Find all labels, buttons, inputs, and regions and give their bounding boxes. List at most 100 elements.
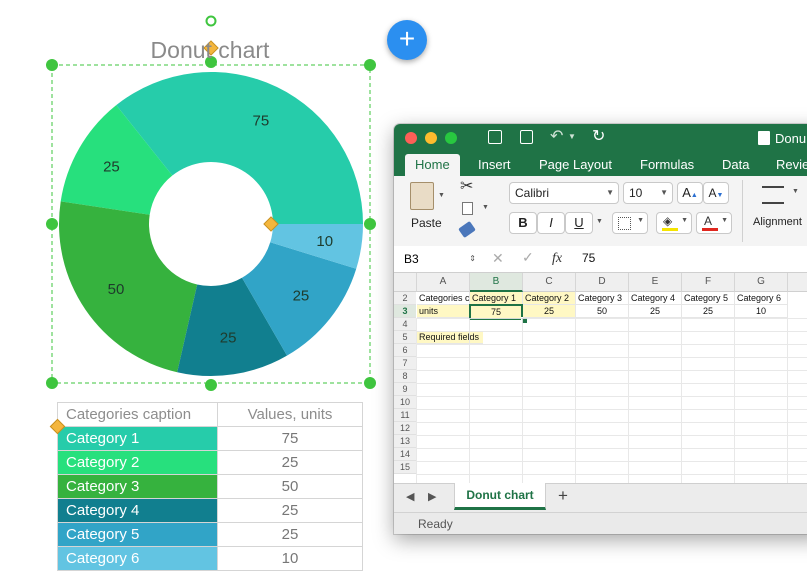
- row-header[interactable]: 14: [394, 448, 416, 461]
- cell-d2[interactable]: Category 3: [576, 292, 629, 305]
- cut-icon[interactable]: ✂: [460, 176, 473, 196]
- column-header[interactable]: [788, 273, 807, 292]
- paste-icon[interactable]: [410, 182, 434, 210]
- tab-data[interactable]: Data: [722, 154, 749, 176]
- close-window-button[interactable]: [405, 132, 417, 144]
- cell-f2[interactable]: Category 5: [682, 292, 735, 305]
- tab-home[interactable]: Home: [405, 154, 460, 176]
- resize-handle[interactable]: [205, 379, 217, 391]
- value-cell[interactable]: 10: [217, 546, 363, 571]
- tab-formulas[interactable]: Formulas: [640, 154, 694, 176]
- grow-font-button[interactable]: A▲: [677, 182, 703, 204]
- add-button[interactable]: +: [387, 20, 427, 60]
- row-header[interactable]: 4: [394, 318, 416, 331]
- format-painter-icon[interactable]: [458, 220, 476, 239]
- copy-icon[interactable]: [462, 202, 473, 215]
- redo-icon[interactable]: ↻: [592, 126, 605, 146]
- value-cell[interactable]: 25: [217, 450, 363, 475]
- value-cell[interactable]: 25: [217, 522, 363, 547]
- resize-handle[interactable]: [364, 377, 376, 389]
- column-header-selected[interactable]: B: [470, 273, 523, 292]
- row-header[interactable]: 2: [394, 292, 416, 305]
- row-header[interactable]: 15: [394, 461, 416, 474]
- cell-c2[interactable]: Category 2: [523, 292, 576, 305]
- cell-g2[interactable]: Category 6: [735, 292, 788, 305]
- italic-button[interactable]: I: [537, 212, 565, 234]
- tab-page-layout[interactable]: Page Layout: [539, 154, 612, 176]
- category-cell[interactable]: Category 3: [57, 474, 218, 499]
- column-header[interactable]: G: [735, 273, 788, 292]
- cancel-formula-icon[interactable]: ✕: [492, 250, 504, 267]
- paste-button[interactable]: Paste: [411, 216, 442, 230]
- name-box[interactable]: B3 ⇕: [398, 250, 478, 268]
- cell-a3[interactable]: units: [417, 305, 470, 318]
- font-color-button[interactable]: A ▼: [696, 212, 732, 234]
- resize-handle[interactable]: [46, 218, 58, 230]
- insert-function-button[interactable]: fx: [552, 251, 562, 267]
- rotate-handle-icon[interactable]: [205, 15, 217, 27]
- sheet-tab-donut-chart[interactable]: Donut chart: [454, 483, 546, 510]
- underline-button[interactable]: U: [565, 212, 593, 234]
- alignment-dropdown-icon[interactable]: ▼: [792, 188, 799, 195]
- value-cell[interactable]: 75: [217, 426, 363, 451]
- category-cell[interactable]: Category 1: [57, 426, 218, 451]
- row-header[interactable]: 13: [394, 435, 416, 448]
- categories-caption-header[interactable]: Categories caption: [57, 402, 218, 427]
- cell-b3-selected[interactable]: 75: [469, 304, 523, 320]
- value-cell[interactable]: 50: [217, 474, 363, 499]
- resize-handle[interactable]: [46, 377, 58, 389]
- tab-insert[interactable]: Insert: [478, 154, 511, 176]
- previous-sheet-icon[interactable]: ◀: [406, 490, 414, 503]
- row-header[interactable]: 7: [394, 357, 416, 370]
- category-cell[interactable]: Category 5: [57, 522, 218, 547]
- cell-e2[interactable]: Category 4: [629, 292, 682, 305]
- row-header[interactable]: 8: [394, 370, 416, 383]
- formula-input[interactable]: 75: [582, 251, 595, 265]
- cell-f3[interactable]: 25: [682, 305, 735, 318]
- donut-slice[interactable]: [58, 201, 198, 373]
- next-sheet-icon[interactable]: ▶: [428, 490, 436, 503]
- zoom-window-button[interactable]: [445, 132, 457, 144]
- row-header[interactable]: 6: [394, 344, 416, 357]
- cell-e3[interactable]: 25: [629, 305, 682, 318]
- add-sheet-button[interactable]: +: [558, 486, 568, 506]
- confirm-formula-icon[interactable]: ✓: [522, 249, 534, 266]
- resize-handle[interactable]: [46, 59, 58, 71]
- row-header[interactable]: 10: [394, 396, 416, 409]
- undo-icon[interactable]: ↶: [550, 126, 563, 146]
- resize-handle[interactable]: [364, 218, 376, 230]
- bold-button[interactable]: B: [509, 212, 537, 234]
- font-name-select[interactable]: Calibri ▼: [509, 182, 619, 204]
- fill-color-button[interactable]: ◈ ▼: [656, 212, 692, 234]
- undo-dropdown-icon[interactable]: ▼: [568, 132, 576, 141]
- values-header[interactable]: Values, units: [217, 402, 363, 427]
- category-cell[interactable]: Category 4: [57, 498, 218, 523]
- row-header[interactable]: 12: [394, 422, 416, 435]
- alignment-icon[interactable]: [762, 186, 784, 204]
- spreadsheet-grid[interactable]: A B C D E F G 2 3 4 5 6 7 8 9 10 11 12 1…: [394, 273, 807, 483]
- underline-dropdown-icon[interactable]: ▼: [596, 218, 603, 225]
- row-header[interactable]: 5: [394, 331, 416, 344]
- cell-g3[interactable]: 10: [735, 305, 788, 318]
- shrink-font-button[interactable]: A▼: [703, 182, 729, 204]
- column-header[interactable]: E: [629, 273, 682, 292]
- minimize-window-button[interactable]: [425, 132, 437, 144]
- column-header[interactable]: C: [523, 273, 576, 292]
- cell-a5[interactable]: Required fields: [417, 331, 483, 344]
- copy-dropdown-icon[interactable]: ▼: [482, 204, 489, 211]
- font-size-select[interactable]: 10 ▼: [623, 182, 673, 204]
- category-cell[interactable]: Category 2: [57, 450, 218, 475]
- paste-dropdown-icon[interactable]: ▼: [438, 192, 445, 199]
- tab-review[interactable]: Revie: [776, 154, 807, 176]
- fill-handle[interactable]: [521, 317, 528, 324]
- row-header[interactable]: 11: [394, 409, 416, 422]
- value-cell[interactable]: 25: [217, 498, 363, 523]
- category-cell[interactable]: Category 6: [57, 546, 218, 571]
- column-header[interactable]: A: [417, 273, 470, 292]
- sidebar-toggle-icon[interactable]: [488, 130, 502, 144]
- alignment-button[interactable]: Alignment: [753, 216, 802, 228]
- select-all-corner[interactable]: [394, 273, 417, 292]
- cell-a2[interactable]: Categories c: [417, 292, 470, 305]
- row-header[interactable]: 9: [394, 383, 416, 396]
- resize-handle[interactable]: [364, 59, 376, 71]
